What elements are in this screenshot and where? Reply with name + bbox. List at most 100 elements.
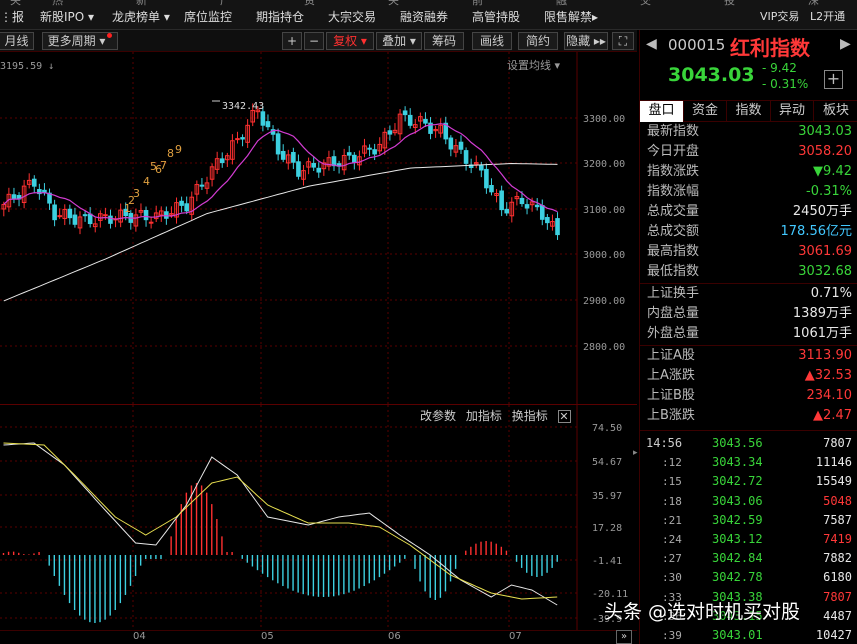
tick-volume: 11146 xyxy=(815,455,852,470)
menu-item-executive-holdings[interactable]: 高管持股 xyxy=(472,9,520,25)
menu-item-report[interactable]: ⋮报 xyxy=(0,9,24,25)
zoom-out-button[interactable]: − xyxy=(304,32,324,50)
ghost-menu-glyph: 深 xyxy=(808,0,819,7)
ghost-menu-glyph: 交 xyxy=(640,0,651,7)
macd-chart[interactable]: 74.5054.6735.9717.28-1.41-20.11-39.9 xyxy=(0,405,637,630)
last-price: 3043.03 xyxy=(668,64,755,86)
fullscreen-icon[interactable]: ⛶ xyxy=(612,32,634,50)
close-icon[interactable]: ✕ xyxy=(557,410,571,423)
ma-slow-line xyxy=(3,162,558,302)
candle-body xyxy=(387,130,393,135)
hide-button[interactable]: 隐藏 ▸▸ xyxy=(564,32,608,50)
candle-body xyxy=(260,111,266,126)
candle-body xyxy=(265,121,271,128)
notification-dot-icon xyxy=(107,33,113,38)
td-count-label: 9 xyxy=(175,143,182,156)
td-count-label: 3 xyxy=(133,187,140,200)
simple-mode-button[interactable]: 简约 xyxy=(518,32,558,50)
candle-body xyxy=(504,208,510,214)
stat-value: -0.31% xyxy=(806,184,852,199)
x-label-06: 06 xyxy=(388,631,401,642)
kline-y-tick: 2800.00 xyxy=(583,342,625,353)
stat-value: 234.10 xyxy=(806,388,853,403)
menu-item-block-trade[interactable]: 大宗交易 xyxy=(328,9,376,25)
kline-y-tick: 3300.00 xyxy=(583,114,625,125)
candle-body xyxy=(235,138,240,141)
zoom-in-button[interactable]: + xyxy=(282,32,302,50)
tick-price: 3043.56 xyxy=(712,436,763,450)
fuquan-dropdown[interactable]: 复权 ▾ xyxy=(326,32,374,50)
menu-item-new-ipo[interactable]: 新股IPO ▾ xyxy=(40,9,94,25)
tick-row: :12 3043.34 11146 xyxy=(640,453,857,472)
vip-trade-link[interactable]: VIP交易 xyxy=(760,9,799,25)
scroll-right-button[interactable]: » xyxy=(616,630,632,644)
ma-setting-button[interactable]: 设置均线 ▾ xyxy=(507,58,560,72)
kline-top-left-value: 3195.59 ↓ xyxy=(0,61,54,72)
stat-value: 178.56亿元 xyxy=(780,224,853,239)
menu-item-lockup-expiry[interactable]: 限售解禁▸ xyxy=(544,9,598,25)
macd-dif-line xyxy=(3,442,558,606)
tick-volume: 7419 xyxy=(823,532,852,546)
stat-value: 3061.69 xyxy=(798,244,852,259)
l2-open-link[interactable]: L2开通 xyxy=(810,9,845,25)
candle-body xyxy=(479,165,484,171)
more-period-dropdown[interactable]: 更多周期 ▾ xyxy=(42,32,118,50)
period-monthly-button[interactable]: 月线 xyxy=(0,32,34,50)
stat-row: 外盘总量 1061万手 xyxy=(640,324,857,344)
stat-label: 最新指数 xyxy=(647,124,700,139)
stat-label: 总成交量 xyxy=(647,204,700,219)
x-label-04: 04 xyxy=(133,631,146,642)
tick-price: 3043.06 xyxy=(712,493,763,508)
tick-price: 3042.78 xyxy=(712,570,763,585)
candle-body xyxy=(448,137,454,150)
add-watchlist-button[interactable]: + xyxy=(824,70,843,89)
candle-body xyxy=(499,190,504,211)
tab-funds[interactable]: 资金 xyxy=(684,101,727,122)
kline-y-tick: 3000.00 xyxy=(583,250,625,261)
app-window: 关热新产资关前融交投深 ⋮报 新股IPO ▾ 龙虎榜单 ▾ 席位监控 期指持仓 … xyxy=(0,0,857,644)
macd-header: 改参数 加指标 换指标 ✕ xyxy=(420,407,577,423)
menu-item-futures-position[interactable]: 期指持仓 xyxy=(256,9,304,25)
tick-volume: 5048 xyxy=(823,493,852,508)
stat-label: 今日开盘 xyxy=(647,144,700,159)
tick-volume: 7587 xyxy=(823,512,852,527)
tick-time: 14:56 xyxy=(646,436,683,450)
add-indicator-button[interactable]: 加指标 xyxy=(466,409,502,423)
draw-line-button[interactable]: 画线 xyxy=(472,32,512,50)
menu-item-seat-monitor[interactable]: 席位监控 xyxy=(184,9,232,25)
switch-indicator-button[interactable]: 换指标 xyxy=(512,409,548,423)
tick-price: 3042.59 xyxy=(712,512,763,527)
menu-item-margin-trading[interactable]: 融资融券 xyxy=(400,9,448,25)
tick-row: 14:56 3043.56 7807 xyxy=(640,434,857,453)
candle-body xyxy=(372,149,377,155)
stat-label: 外盘总量 xyxy=(647,326,700,341)
tab-movement[interactable]: 异动 xyxy=(771,101,814,122)
overlay-dropdown[interactable]: 叠加 ▾ xyxy=(376,32,422,50)
stat-row: 最新指数 3043.03 xyxy=(640,122,857,142)
prev-security-icon[interactable]: ◀ xyxy=(646,36,657,52)
next-security-icon[interactable]: ▶ xyxy=(840,36,851,52)
tab-order-book[interactable]: 盘口 xyxy=(640,101,684,122)
tick-row: :21 3042.59 7587 xyxy=(640,511,857,530)
kline-chart[interactable]: 12345678 9 3300.003200.003100.003000.0029… xyxy=(0,52,637,404)
candle-body xyxy=(316,167,322,173)
tab-sector[interactable]: 板块 xyxy=(814,101,857,122)
watermark-text: 头条 @选对时机买对股 xyxy=(604,601,801,623)
candle-body xyxy=(164,211,169,219)
td-count-label: 4 xyxy=(143,175,150,188)
macd-y-tick: 74.50 xyxy=(592,423,622,434)
ghost-menu-glyph: 产 xyxy=(220,0,231,7)
menu-item-dragon-tiger[interactable]: 龙虎榜单 ▾ xyxy=(112,9,170,25)
change-params-button[interactable]: 改参数 xyxy=(420,409,456,423)
ghost-menu-glyph: 关 xyxy=(10,0,21,7)
stat-label: 上证A股 xyxy=(647,348,695,363)
tab-index[interactable]: 指数 xyxy=(727,101,771,122)
candle-body xyxy=(524,204,530,209)
chart-toolbar: 月线 更多周期 ▾ + − 复权 ▾ 叠加 ▾ 筹码 画线 简约 隐藏 ▸▸ ⛶ xyxy=(0,30,637,52)
price-change: - 9.42 xyxy=(762,61,797,75)
candle-body xyxy=(534,204,540,208)
kline-y-ticks: 3300.00 3200.00 3100.00 3000.00 2900.00 2800.… xyxy=(583,114,625,353)
candle-body xyxy=(463,150,469,164)
stat-value: 3032.68 xyxy=(798,264,852,279)
chip-distribution-button[interactable]: 筹码 xyxy=(424,32,464,50)
